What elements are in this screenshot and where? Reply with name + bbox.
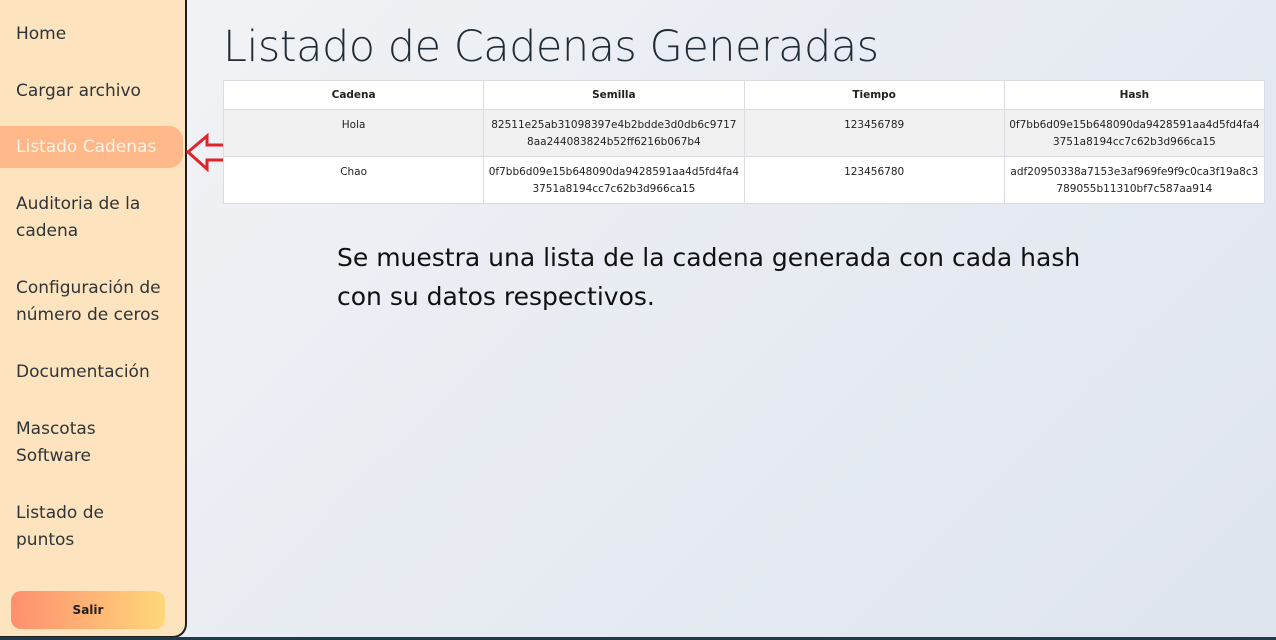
sidebar-item-cargar-archivo[interactable]: Cargar archivo [0, 78, 183, 105]
column-header-cadena[interactable]: Cadena [222, 80, 485, 110]
cell-semilla: 82511e25ab31098397e4b2bdde3d0db6c97178aa… [483, 109, 745, 157]
cell-tiempo: 123456789 [743, 109, 1005, 157]
cell-cadena: Chao [222, 156, 485, 204]
sidebar-item-listado-cadenas[interactable]: Listado Cadenas [0, 126, 183, 168]
table-row: Chao 0f7bb6d09e15b648090da9428591aa4d5fd… [222, 156, 1266, 204]
cell-hash: 0f7bb6d09e15b648090da9428591aa4d5fd4fa43… [1003, 109, 1266, 157]
table-row: Hola 82511e25ab31098397e4b2bdde3d0db6c97… [222, 109, 1266, 157]
sidebar-item-configuracion[interactable]: Configuración de número de ceros [0, 275, 178, 329]
sidebar-item-mascotas[interactable]: Mascotas Software [0, 416, 140, 470]
column-header-semilla[interactable]: Semilla [483, 80, 745, 110]
column-header-hash[interactable]: Hash [1003, 80, 1266, 110]
sidebar-item-documentacion[interactable]: Documentación [0, 359, 183, 386]
logout-button[interactable]: Salir [11, 591, 165, 629]
column-header-tiempo[interactable]: Tiempo [743, 80, 1005, 110]
sidebar-item-home[interactable]: Home [0, 21, 183, 48]
cell-cadena: Hola [222, 109, 485, 157]
chains-table: Cadena Semilla Tiempo Hash Hola 82511e25… [222, 80, 1266, 204]
sidebar-item-auditoria[interactable]: Auditoria de la cadena [0, 191, 160, 245]
page-title: Listado de Cadenas Generadas [223, 22, 879, 72]
cell-semilla: 0f7bb6d09e15b648090da9428591aa4d5fd4fa43… [483, 156, 745, 204]
cell-tiempo: 123456780 [743, 156, 1005, 204]
sidebar-item-listado-puntos[interactable]: Listado de puntos [0, 500, 140, 554]
annotation-note: Se muestra una lista de la cadena genera… [337, 243, 1081, 311]
sidebar: Home Cargar archivo Listado Cadenas Audi… [0, 0, 187, 638]
table-header-row: Cadena Semilla Tiempo Hash [222, 80, 1266, 110]
cell-hash: adf20950338a7153e3af969fe9f9c0ca3f19a8c3… [1003, 156, 1266, 204]
